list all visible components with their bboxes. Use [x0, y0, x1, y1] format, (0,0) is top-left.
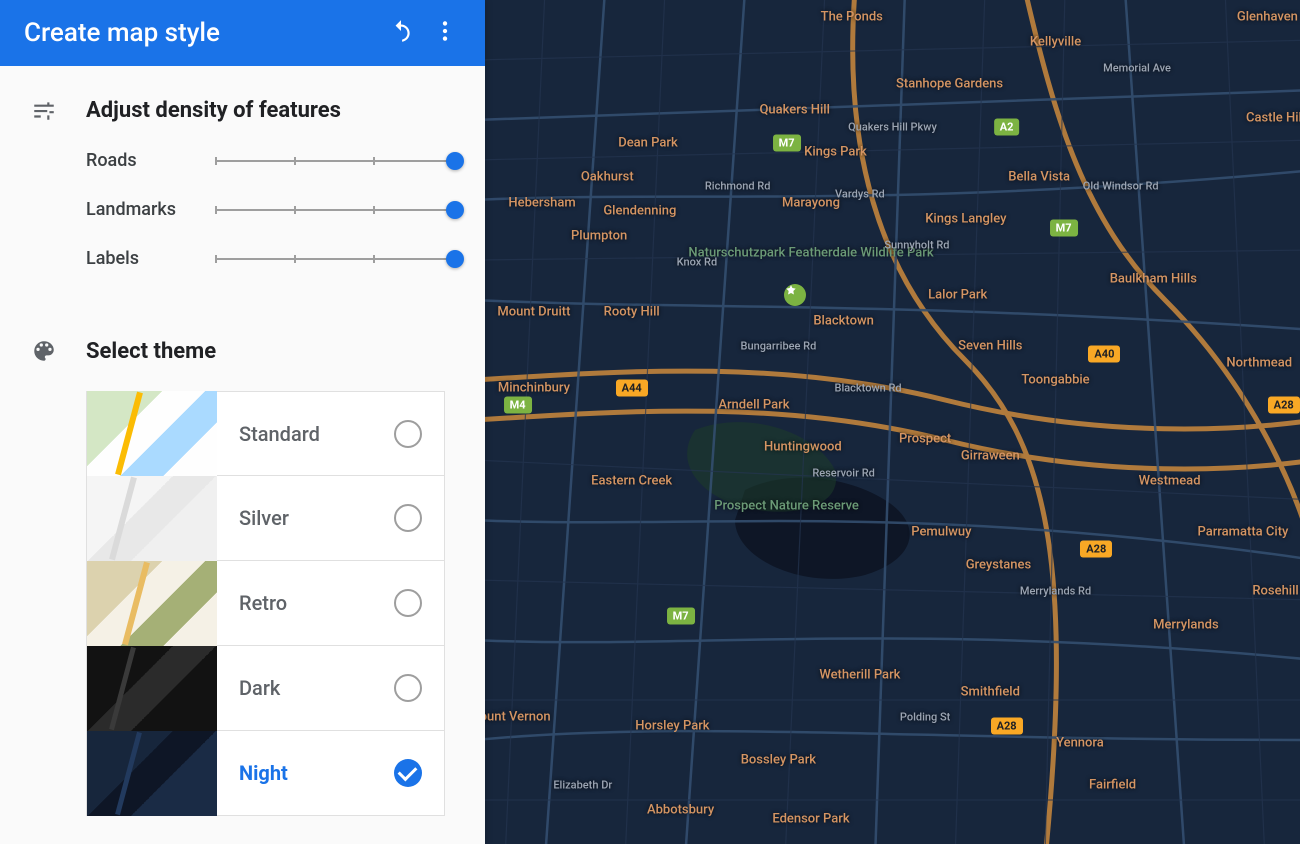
roads-slider[interactable]: [216, 151, 455, 171]
theme-option-dark[interactable]: Dark: [86, 646, 445, 731]
theme-thumbnail: [87, 476, 217, 561]
theme-thumbnail: [87, 731, 217, 816]
palette-icon: [30, 337, 58, 365]
landmarks-slider[interactable]: [216, 200, 455, 220]
slider-label: Landmarks: [86, 199, 216, 220]
slider-label: Labels: [86, 248, 216, 269]
map-roads-svg: [485, 0, 1300, 844]
appbar-title: Create map style: [24, 18, 379, 48]
slider-row-labels: Labels: [86, 248, 455, 269]
more-vert-icon: [432, 18, 458, 48]
undo-icon: [388, 18, 414, 48]
theme-radio: [394, 420, 422, 448]
theme-radio: [394, 674, 422, 702]
density-sliders: Roads Landmarks Labels: [30, 150, 455, 269]
theme-thumbnail: [87, 646, 217, 731]
theme-section: Select theme Standard Silver Retro Dark Nigh…: [0, 307, 485, 826]
slider-label: Roads: [86, 150, 216, 171]
theme-label: Silver: [217, 506, 394, 530]
theme-list: Standard Silver Retro Dark Night: [30, 391, 455, 816]
app-root: Create map style Adjust density of featu…: [0, 0, 1300, 844]
poi-marker: [784, 284, 806, 306]
style-panel: Create map style Adjust density of featu…: [0, 0, 485, 844]
density-title: Adjust density of features: [86, 98, 341, 123]
more-options-button[interactable]: [423, 11, 467, 55]
theme-option-retro[interactable]: Retro: [86, 561, 445, 646]
theme-option-night[interactable]: Night: [86, 731, 445, 816]
theme-label: Dark: [217, 676, 394, 700]
theme-thumbnail: [87, 391, 217, 476]
sliders-icon: [30, 96, 58, 124]
theme-option-standard[interactable]: Standard: [86, 391, 445, 476]
undo-button[interactable]: [379, 11, 423, 55]
labels-slider[interactable]: [216, 249, 455, 269]
theme-title: Select theme: [86, 339, 216, 364]
map-canvas[interactable]: The PondsKellyvilleGlenhavenQuakers Hill…: [485, 0, 1300, 844]
slider-row-landmarks: Landmarks: [86, 199, 455, 220]
theme-label: Retro: [217, 591, 394, 615]
theme-label: Night: [217, 761, 394, 785]
slider-row-roads: Roads: [86, 150, 455, 171]
theme-label: Standard: [217, 422, 394, 446]
theme-thumbnail: [87, 561, 217, 646]
theme-radio: [394, 759, 422, 787]
theme-header: Select theme: [30, 337, 455, 365]
theme-option-silver[interactable]: Silver: [86, 476, 445, 561]
theme-radio: [394, 589, 422, 617]
appbar: Create map style: [0, 0, 485, 66]
density-header: Adjust density of features: [30, 96, 455, 124]
theme-radio: [394, 504, 422, 532]
density-section: Adjust density of features Roads Landmark…: [0, 66, 485, 307]
